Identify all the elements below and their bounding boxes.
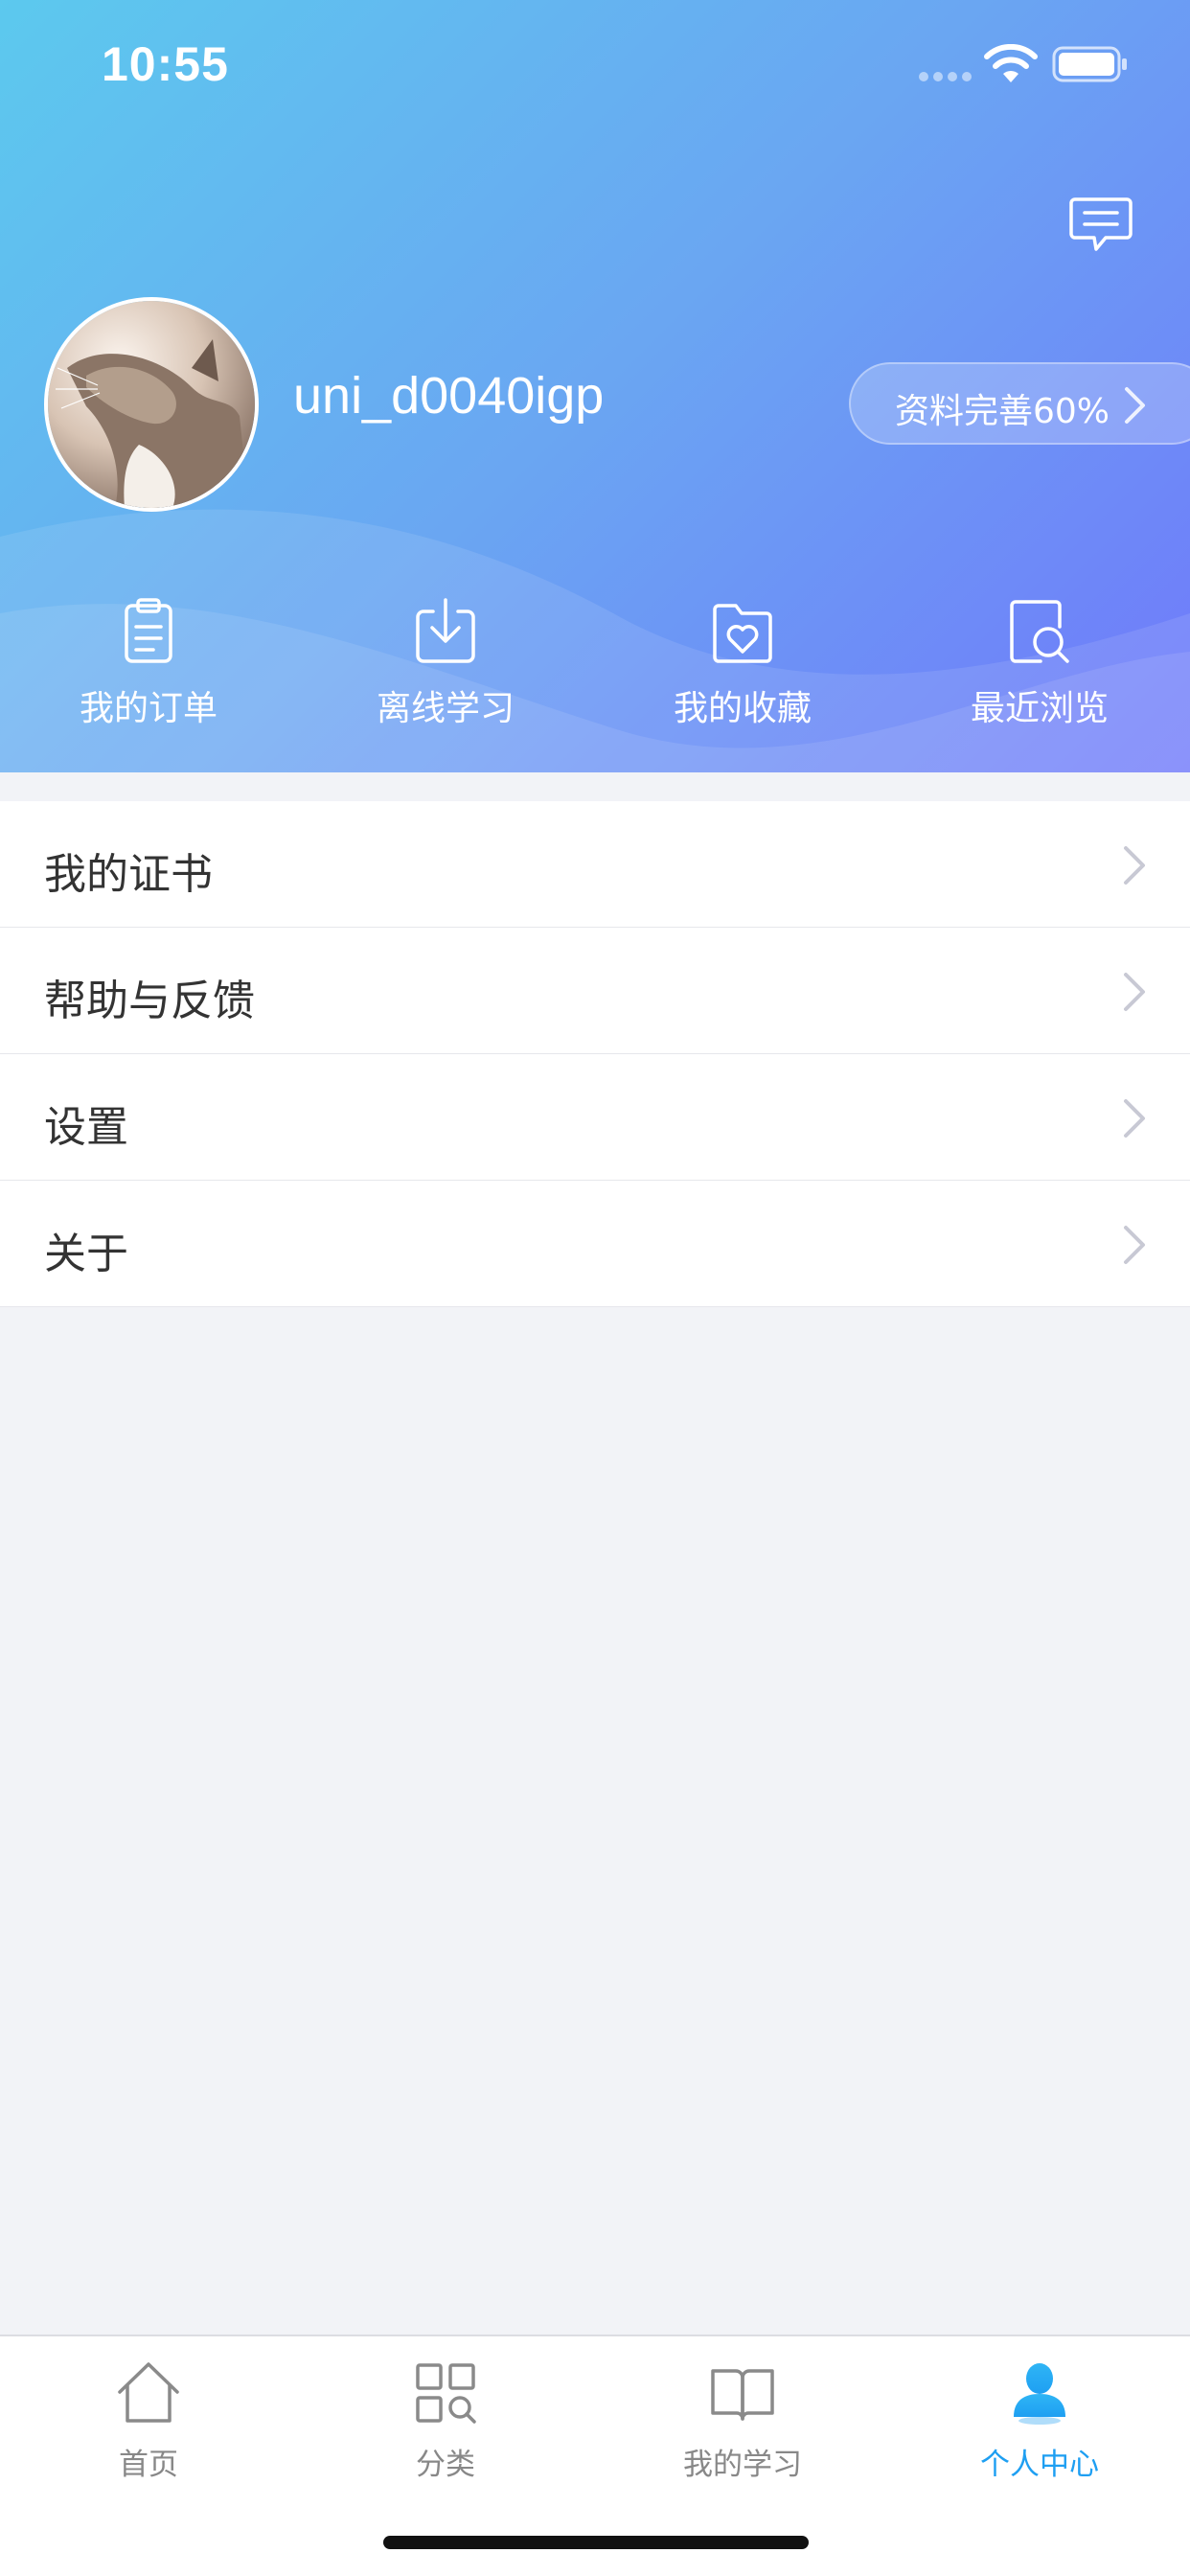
quick-action-orders[interactable]: 我的订单 (0, 598, 297, 732)
tab-label: 分类 (416, 2448, 475, 2482)
quick-action-label: 最近浏览 (970, 689, 1109, 728)
home-indicator[interactable] (383, 2536, 809, 2549)
profile-header: 10:55 uni_d0040igp 资料完善60% 我的订单 离线学习 我的收… (0, 0, 1190, 772)
home-icon (118, 2362, 179, 2423)
quick-action-offline[interactable]: 离线学习 (297, 598, 594, 732)
tab-category[interactable]: 分类 (297, 2336, 594, 2490)
menu-item-about[interactable]: 关于 (0, 1181, 1190, 1307)
menu-item-help-feedback[interactable]: 帮助与反馈 (0, 928, 1190, 1054)
person-icon (1014, 2363, 1065, 2425)
menu-item-certificates[interactable]: 我的证书 (0, 801, 1190, 928)
heart-folder-icon (713, 604, 772, 663)
avatar[interactable] (44, 297, 259, 512)
username: uni_d0040igp (293, 367, 605, 425)
menu-item-settings[interactable]: 设置 (0, 1054, 1190, 1181)
menu-list: 我的证书 帮助与反馈 设置 关于 (0, 801, 1190, 1307)
chevron-right-icon (1125, 387, 1145, 424)
quick-action-label: 我的订单 (79, 689, 217, 728)
tab-home[interactable]: 首页 (0, 2336, 297, 2490)
tab-label: 我的学习 (683, 2448, 802, 2482)
clipboard-icon (125, 598, 172, 663)
chevron-right-icon (1124, 846, 1145, 885)
status-bar: 10:55 (0, 0, 1190, 128)
cellular-signal-icon (919, 72, 972, 81)
quick-action-history[interactable]: 最近浏览 (891, 598, 1188, 732)
quick-action-favorites[interactable]: 我的收藏 (594, 598, 891, 732)
tab-label: 个人中心 (980, 2448, 1099, 2482)
status-time: 10:55 (102, 37, 229, 91)
category-icon (416, 2363, 476, 2424)
menu-item-label: 关于 (44, 1230, 128, 1278)
avatar-image (48, 301, 255, 508)
quick-action-label: 我的收藏 (673, 689, 812, 728)
tab-my-learning[interactable]: 我的学习 (594, 2336, 891, 2490)
wifi-icon (984, 44, 1038, 82)
chevron-right-icon (1124, 1099, 1145, 1138)
download-icon (416, 598, 475, 663)
menu-item-label: 设置 (44, 1103, 128, 1152)
battery-icon (1052, 46, 1127, 82)
menu-item-label: 帮助与反馈 (44, 977, 255, 1025)
profile-completion-label: 资料完善60% (895, 392, 1110, 431)
chevron-right-icon (1124, 1226, 1145, 1264)
menu-item-label: 我的证书 (44, 850, 213, 899)
quick-action-label: 离线学习 (376, 689, 515, 728)
book-icon (711, 2369, 774, 2421)
search-history-icon (1010, 600, 1069, 663)
tab-personal-center[interactable]: 个人中心 (891, 2336, 1188, 2490)
message-icon[interactable] (1069, 196, 1133, 255)
quick-actions: 我的订单 离线学习 我的收藏 最近浏览 (0, 598, 1190, 732)
tab-label: 首页 (119, 2448, 178, 2482)
chevron-right-icon (1124, 973, 1145, 1011)
profile-completion-button[interactable]: 资料完善60% (849, 362, 1190, 445)
